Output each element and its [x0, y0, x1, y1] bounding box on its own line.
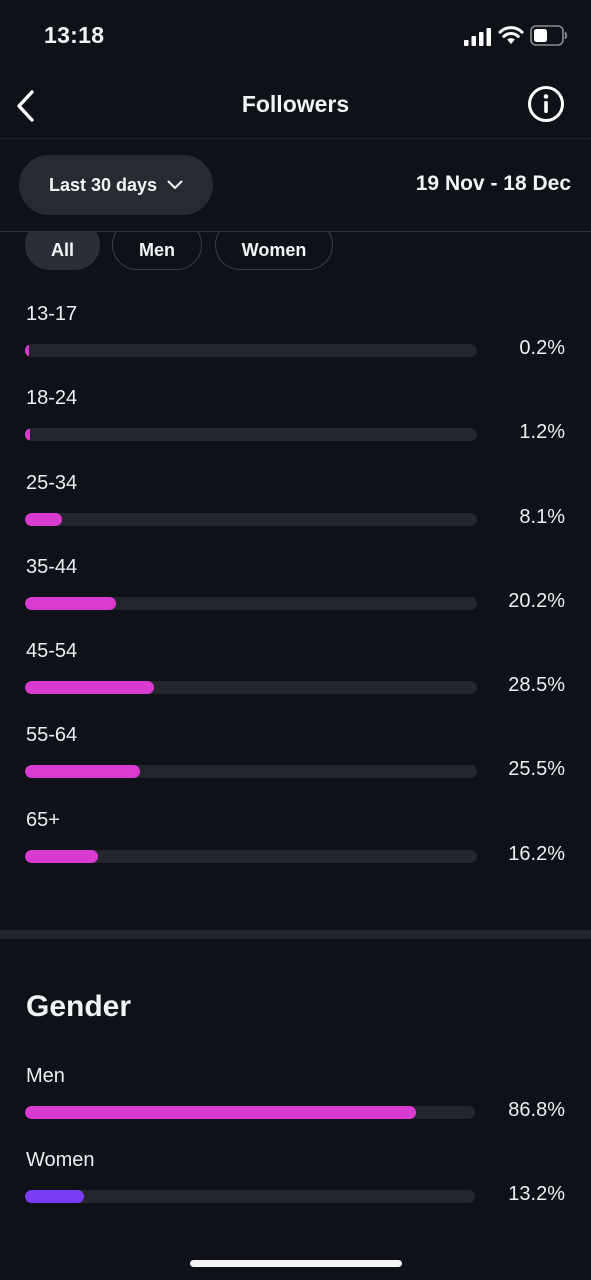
bar-track [25, 1190, 475, 1203]
age-value: 8.1% [519, 505, 565, 528]
age-row: 25-34 8.1% [0, 459, 591, 543]
age-bar-fill [25, 512, 62, 526]
age-value: 16.2% [508, 842, 565, 865]
age-row: 35-44 20.2% [0, 543, 591, 627]
chip-label: Women [241, 239, 307, 260]
age-value: 25.5% [508, 758, 565, 781]
age-bar-fill [25, 428, 31, 442]
header: Followers [0, 74, 591, 139]
age-label: 13-17 [26, 303, 78, 325]
gender-bar-fill [25, 1190, 85, 1203]
gender-row-men: Men 86.8% [0, 1052, 591, 1136]
age-bar-fill [25, 849, 99, 863]
age-label: 25-34 [26, 471, 78, 494]
age-label: 45-54 [26, 640, 78, 663]
info-icon[interactable] [526, 84, 566, 124]
age-value: 28.5% [508, 674, 565, 697]
bar-track [25, 1106, 475, 1119]
chevron-down-icon [167, 180, 183, 189]
bar-track [25, 512, 477, 526]
age-bar-fill [25, 596, 117, 610]
age-bar-fill [25, 681, 154, 695]
age-row: 18-24 1.2% [0, 374, 591, 458]
date-range-dropdown[interactable]: Last 30 days [19, 155, 213, 215]
chip-label: Men [139, 239, 175, 260]
bar-track [25, 849, 477, 863]
age-row: 45-54 28.5% [0, 627, 591, 711]
gender-label: Women [26, 1149, 95, 1171]
age-label: 65+ [26, 808, 60, 831]
bar-track [25, 596, 477, 610]
bar-track [25, 344, 477, 357]
age-label: 55-64 [26, 724, 78, 747]
bar-track [25, 765, 477, 779]
battery-icon [530, 25, 568, 46]
page-title: Followers [241, 91, 350, 117]
gender-row-women: Women 13.2% [0, 1136, 591, 1220]
section-divider [0, 930, 591, 939]
home-indicator [190, 1260, 402, 1267]
chip-men[interactable]: Men [112, 232, 202, 270]
age-bar-fill [25, 765, 141, 779]
gender-bar-fill [25, 1106, 416, 1119]
wifi-icon [498, 26, 524, 44]
status-time: 13:18 [44, 22, 105, 48]
age-bar-fill [25, 344, 30, 357]
date-range-dropdown-label: Last 30 days [48, 174, 158, 195]
age-row: 13-17 0.2% [0, 290, 591, 374]
gender-value: 86.8% [508, 1099, 565, 1121]
gender-label: Men [26, 1065, 65, 1087]
gender-section-title: Gender [26, 990, 132, 1023]
age-label: 35-44 [26, 555, 78, 578]
bar-track [25, 428, 477, 442]
age-value: 0.2% [519, 337, 565, 359]
gender-list: Men 86.8% Women 13.2% [0, 1052, 591, 1220]
date-filter-row: Last 30 days 19 Nov - 18 Dec [0, 139, 591, 232]
chip-women[interactable]: Women [215, 232, 333, 270]
gender-value: 13.2% [508, 1183, 565, 1205]
audience-filter-chips: All Men Women [0, 232, 591, 274]
age-range-list: 13-17 0.2% 18-24 1.2% 25-34 8.1% 35-44 2… [0, 290, 591, 880]
bar-track [25, 681, 477, 695]
age-row: 55-64 25.5% [0, 711, 591, 795]
followers-screen: 13:18 Followers Last 30 days 19 Nov - 18… [0, 0, 591, 1280]
age-row: 65+ 16.2% [0, 796, 591, 880]
chip-all[interactable]: All [25, 232, 100, 270]
age-label: 18-24 [26, 387, 78, 410]
chip-label: All [50, 239, 74, 260]
signal-icon [464, 28, 491, 46]
status-bar: 13:18 [0, 0, 591, 74]
age-value: 20.2% [508, 589, 565, 612]
age-value: 1.2% [519, 421, 565, 444]
date-range-text: 19 Nov - 18 Dec [415, 172, 571, 195]
